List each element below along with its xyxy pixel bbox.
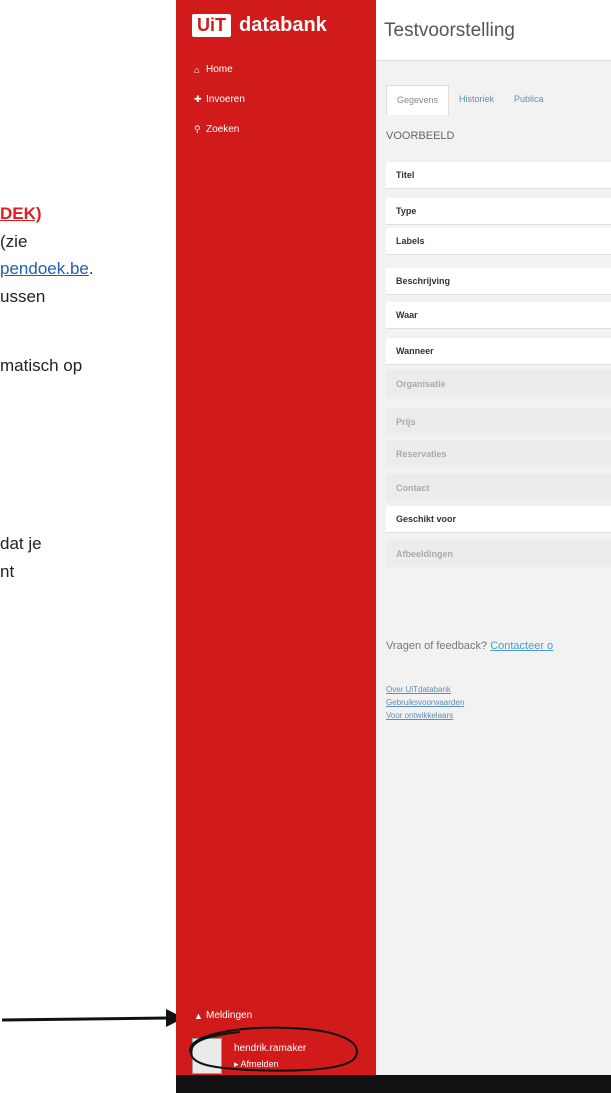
tab-gegevens[interactable]: Gegevens <box>386 85 450 115</box>
doc-text-line: dat je <box>0 534 42 553</box>
field-row-type[interactable]: Type <box>386 198 611 225</box>
bell-icon: ▲ <box>194 1010 203 1021</box>
tab-historiek[interactable]: Historiek <box>449 85 504 115</box>
tab-bar: Gegevens Historiek Publica <box>386 85 554 115</box>
footer-link-over[interactable]: Over UiTdatabank <box>386 683 464 696</box>
page-title: Testvoorstelling <box>384 20 515 41</box>
home-icon: ⌂ <box>194 64 200 75</box>
field-row-afbeeldingen[interactable]: Afbeeldingen <box>386 540 611 567</box>
field-row-titel[interactable]: Titel <box>386 162 611 189</box>
brand-logo[interactable]: UiT databank <box>192 14 327 37</box>
doc-text-line: nt <box>0 562 15 581</box>
logo-text: databank <box>239 14 327 36</box>
feedback-question: Vragen of feedback? <box>386 640 488 652</box>
sidebar-item-label: Zoeken <box>206 124 240 135</box>
field-row-waar[interactable]: Waar <box>386 302 611 329</box>
search-icon: ⚲ <box>194 124 201 134</box>
field-row-geschikt-voor[interactable]: Geschikt voor <box>386 506 611 533</box>
sidebar-item-invoeren[interactable]: ✚ Invoeren <box>194 94 245 105</box>
field-row-labels[interactable]: Labels <box>386 228 611 255</box>
doc-link-line: pendoek.be. <box>0 259 94 278</box>
notifications-label: Meldingen <box>206 1010 253 1021</box>
document-fragment: DEK) (zie pendoek.be. ussen matisch op d… <box>0 0 180 1093</box>
footer-link-voorwaarden[interactable]: Gebruiksvoorwaarden <box>386 696 464 709</box>
screenshot-screen: UiT databank ⌂ Home ✚ Invoeren ⚲ Zoeken … <box>176 0 611 1093</box>
field-row-prijs[interactable]: Prijs <box>386 408 611 435</box>
field-row-organisatie[interactable]: Organisatie <box>386 370 611 397</box>
contact-link[interactable]: Contacteer o <box>490 640 553 652</box>
sidebar-item-label: Home <box>206 64 233 75</box>
logo-mark: UiT <box>192 14 231 37</box>
doc-heading-fragment: DEK) <box>0 204 42 223</box>
section-title: VOORBEELD <box>386 130 455 142</box>
plus-icon: ✚ <box>194 94 202 104</box>
arrow-annotation-icon <box>1 1009 184 1027</box>
sidebar-item-home[interactable]: ⌂ Home <box>194 64 233 75</box>
doc-text-line: matisch op <box>0 356 83 375</box>
main-content: Testvoorstelling Gegevens Historiek Publ… <box>376 0 611 1075</box>
notifications-link[interactable]: ▲ Meldingen <box>194 1010 252 1021</box>
circle-annotation-icon <box>188 1026 358 1072</box>
sidebar-item-label: Invoeren <box>206 94 245 105</box>
top-bar: Testvoorstelling <box>376 0 611 61</box>
sidebar-item-zoeken[interactable]: ⚲ Zoeken <box>194 124 239 135</box>
footer-links: Over UiTdatabank Gebruiksvoorwaarden Voo… <box>386 683 464 722</box>
field-row-contact[interactable]: Contact <box>386 474 611 501</box>
doc-text-line: (zie <box>0 232 28 251</box>
feedback-text: Vragen of feedback? Contacteer o <box>386 640 553 652</box>
footer-link-ontwikkelaars[interactable]: Voor ontwikkelaars <box>386 709 464 722</box>
doc-link[interactable]: pendoek.be <box>0 259 89 278</box>
field-row-reservaties[interactable]: Reservaties <box>386 440 611 467</box>
tab-publicatie[interactable]: Publica <box>504 85 554 115</box>
doc-text-line: ussen <box>0 287 46 306</box>
screen-bottom-bar <box>176 1075 611 1093</box>
field-row-beschrijving[interactable]: Beschrijving <box>386 268 611 295</box>
field-row-wanneer[interactable]: Wanneer <box>386 338 611 365</box>
sidebar: UiT databank ⌂ Home ✚ Invoeren ⚲ Zoeken … <box>176 0 376 1093</box>
